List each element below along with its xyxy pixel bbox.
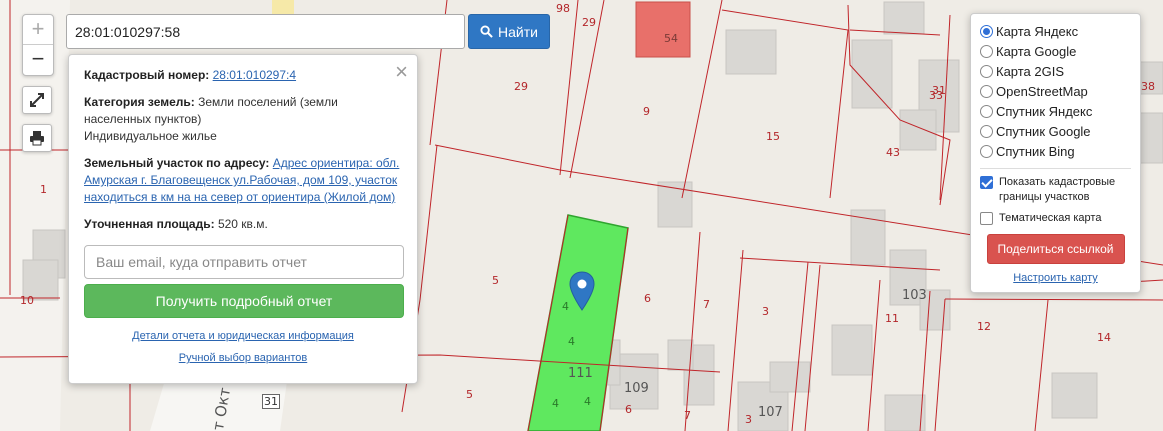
manual-selection-link[interactable]: Ручной выбор вариантов	[179, 352, 307, 364]
land-category-label: Категория земель:	[84, 95, 195, 109]
area-value: 520 кв.м.	[217, 217, 268, 231]
zoom-in-button[interactable]: +	[23, 15, 53, 45]
show-borders-label: Показать кадастровые границы участков	[999, 176, 1116, 203]
parcel-number: 7	[684, 409, 691, 422]
details-link-row: Детали отчета и юридическая информация	[84, 330, 402, 342]
expand-icon	[30, 93, 44, 107]
land-usage-value: Индивидуальное жилье	[84, 129, 217, 143]
radio-icon	[980, 104, 993, 118]
area-row: Уточненная площадь: 520 кв.м.	[84, 216, 402, 233]
layer-option-label: Спутник Bing	[996, 143, 1075, 159]
parcel-number: 5	[466, 388, 473, 401]
divider	[980, 168, 1131, 169]
parcel-number: 7	[703, 298, 710, 311]
parcel-number: 14	[1097, 331, 1111, 344]
configure-map-row: Настроить карту	[980, 272, 1131, 284]
layer-option-google-satellite[interactable]: Спутник Google	[980, 121, 1131, 141]
radio-icon	[980, 84, 993, 98]
parcel-number: 38	[1141, 80, 1155, 93]
parcel-number: 5	[492, 274, 499, 287]
zoom-control: + −	[22, 14, 54, 76]
parcel-number: 6	[625, 403, 632, 416]
parcel-number: 12	[977, 320, 991, 333]
report-details-link[interactable]: Детали отчета и юридическая информация	[132, 330, 354, 342]
layer-option-bing-satellite[interactable]: Спутник Bing	[980, 141, 1131, 161]
small-label: 4	[584, 395, 591, 408]
map-pin-icon[interactable]	[569, 271, 595, 311]
parcel-number: 29	[514, 80, 528, 93]
house-number: 111	[568, 366, 593, 381]
layer-option-label: OpenStreetMap	[996, 83, 1088, 99]
close-icon[interactable]: ×	[395, 59, 408, 85]
parcel-number: 43	[886, 146, 900, 159]
cadastral-number-row: Кадастровый номер: 28:01:010297:4	[84, 67, 402, 84]
parcel-number: 15	[766, 130, 780, 143]
checkbox-checked-icon	[980, 176, 993, 189]
house-plate: 31	[262, 394, 280, 409]
share-link-button[interactable]: Поделиться ссылкой	[986, 234, 1125, 264]
manual-link-row: Ручной выбор вариантов	[84, 352, 402, 364]
radio-icon	[980, 24, 993, 38]
radio-icon	[980, 124, 993, 138]
map-layers-panel: Карта Яндекс Карта Google Карта 2GIS Ope…	[970, 13, 1141, 293]
parcel-info-popup: × Кадастровый номер: 28:01:010297:4 Кате…	[68, 54, 418, 384]
address-label: Земельный участок по адресу:	[84, 156, 270, 170]
parcel-number: 1	[40, 183, 47, 196]
show-borders-checkbox[interactable]: Показать кадастровые границы участков	[980, 175, 1131, 205]
parcel-number: 11	[885, 312, 899, 325]
checkbox-icon	[980, 212, 993, 225]
layer-option-label: Спутник Google	[996, 123, 1091, 139]
parcel-number: 98	[556, 2, 570, 15]
layer-option-osm[interactable]: OpenStreetMap	[980, 81, 1131, 101]
print-icon	[30, 131, 44, 146]
search-icon	[480, 25, 493, 38]
layer-option-label: Карта Яндекс	[996, 23, 1079, 39]
thematic-map-checkbox[interactable]: Тематическая карта	[980, 211, 1131, 226]
thematic-map-label: Тематическая карта	[999, 212, 1102, 224]
small-label: 4	[552, 397, 559, 410]
land-category-row: Категория земель: Земли поселений (земли…	[84, 94, 402, 145]
parcel-number: 3	[745, 413, 752, 426]
search-button-label: Найти	[498, 23, 538, 40]
house-number: 103	[902, 288, 927, 303]
parcel-number: 3	[762, 305, 769, 318]
cadastral-number-label: Кадастровый номер:	[84, 68, 210, 82]
parcel-number: 9	[643, 105, 650, 118]
layer-option-yandex-map[interactable]: Карта Яндекс	[980, 21, 1131, 41]
layer-option-label: Спутник Яндекс	[996, 103, 1093, 119]
radio-icon	[980, 64, 993, 78]
layer-option-2gis-map[interactable]: Карта 2GIS	[980, 61, 1131, 81]
layer-option-label: Карта 2GIS	[996, 63, 1065, 79]
parcel-number: 10	[20, 294, 34, 307]
radio-icon	[980, 144, 993, 158]
cadastral-number-link[interactable]: 28:01:010297:4	[213, 68, 296, 82]
layer-option-yandex-satellite[interactable]: Спутник Яндекс	[980, 101, 1131, 121]
layer-option-google-map[interactable]: Карта Google	[980, 41, 1131, 61]
search-button[interactable]: Найти	[468, 14, 550, 49]
zoom-out-button[interactable]: −	[23, 45, 53, 75]
parcel-number: 6	[644, 292, 651, 305]
configure-map-link[interactable]: Настроить карту	[1013, 272, 1098, 284]
address-row: Земельный участок по адресу: Адрес ориен…	[84, 155, 402, 206]
parcel-number: 54	[664, 32, 678, 45]
layer-option-label: Карта Google	[996, 43, 1077, 59]
parcel-number: 33	[929, 89, 943, 102]
fullscreen-button[interactable]	[22, 86, 52, 114]
print-button[interactable]	[22, 124, 52, 152]
radio-icon	[980, 44, 993, 58]
area-label: Уточненная площадь:	[84, 217, 215, 231]
house-number: 109	[624, 381, 649, 396]
get-report-button[interactable]: Получить подробный отчет	[84, 284, 404, 318]
cadastral-search-input[interactable]	[66, 14, 465, 49]
parcel-number: 29	[582, 16, 596, 29]
small-label: 4	[568, 335, 575, 348]
house-number: 107	[758, 405, 783, 420]
email-field[interactable]	[84, 245, 404, 279]
small-label: 4	[562, 300, 569, 313]
